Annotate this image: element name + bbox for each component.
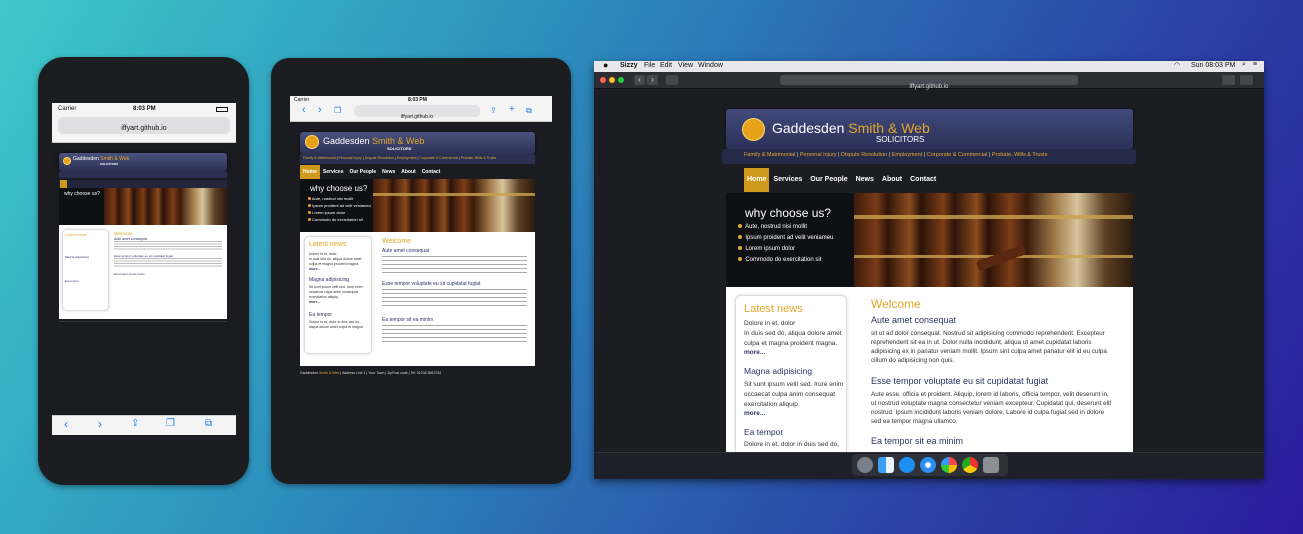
tablet-nav-services[interactable]: Services xyxy=(320,165,347,179)
link-family[interactable]: Family & Matrimonial xyxy=(744,152,795,158)
mac-menubar xyxy=(594,61,1264,72)
tablet-bookmarks-icon[interactable]: ❒ xyxy=(334,106,341,115)
menu-file[interactable]: File xyxy=(644,62,655,69)
tablet-nav-news[interactable]: News xyxy=(379,165,398,179)
link-injury[interactable]: Personal Injury xyxy=(800,152,837,158)
site-nav: Home Services Our People News About Cont… xyxy=(744,168,940,192)
brand-name: Gaddesden Smith & Web xyxy=(772,120,930,136)
menu-view[interactable]: View xyxy=(678,62,693,69)
zoom-button[interactable] xyxy=(618,77,624,83)
menu-edit[interactable]: Edit xyxy=(660,62,672,69)
wifi-icon[interactable]: ◠ xyxy=(1174,61,1180,69)
search-icon[interactable]: ⌕ xyxy=(1242,61,1246,69)
tablet-screen: Carrier 8:03 PM ‹ › ❒ iffyart.github.io … xyxy=(290,96,552,446)
back-button[interactable]: ‹ xyxy=(634,75,645,85)
nav-about[interactable]: About xyxy=(878,168,906,192)
apple-icon[interactable]: ● xyxy=(603,60,608,70)
tablet-nav-home[interactable]: Home xyxy=(300,165,320,179)
hero-title: why choose us? xyxy=(745,206,832,220)
desktop-window: ● Sizzy File Edit View Window ◠ Sun 08:0… xyxy=(594,60,1264,479)
tablet-device: Carrier 8:03 PM ‹ › ❒ iffyart.github.io … xyxy=(271,58,571,484)
phone-tabs-icon[interactable]: ⧉ xyxy=(205,418,212,429)
section-title-2: Esse tempor voluptate eu sit cupidatat f… xyxy=(871,376,1049,386)
menubar-clock[interactable]: Sun 08:03 PM xyxy=(1191,62,1235,69)
tablet-nav-people[interactable]: Our People xyxy=(346,165,379,179)
phone-time: 8:03 PM xyxy=(133,106,156,112)
news-more-2[interactable]: more... xyxy=(744,410,765,417)
phone-url-bar[interactable]: iffyart.github.io xyxy=(58,117,230,134)
link-employment[interactable]: Employment xyxy=(892,152,923,158)
phone-share-icon[interactable]: ⇪ xyxy=(131,418,139,429)
welcome-heading: Welcome xyxy=(871,297,921,311)
phone-device: Carrier 8:03 PM iffyart.github.io Gaddes… xyxy=(38,57,249,485)
phone-screen: Carrier 8:03 PM iffyart.github.io Gaddes… xyxy=(52,103,236,435)
system-preferences-icon[interactable] xyxy=(983,457,999,473)
menu-window[interactable]: Window xyxy=(698,62,723,69)
section-title-3: Ea tempor sit ea minim xyxy=(871,436,964,446)
finder-icon[interactable] xyxy=(878,457,894,473)
tablet-url: iffyart.github.io xyxy=(400,114,434,120)
nav-home[interactable]: Home xyxy=(744,168,770,192)
section-title-1: Aute amet consequat xyxy=(871,315,957,325)
tablet-nav: Home Services Our People News About Cont… xyxy=(300,165,443,179)
forward-button[interactable]: › xyxy=(647,75,658,85)
tablet-url-bar[interactable]: iffyart.github.io xyxy=(354,105,480,120)
hero-point-1: Aute, nostrud nisi mollit xyxy=(738,224,807,230)
nav-services[interactable]: Services xyxy=(769,168,806,192)
phone-back-icon[interactable]: ‹ xyxy=(64,417,68,431)
launchpad-icon[interactable] xyxy=(857,457,873,473)
phone-battery-icon xyxy=(216,107,228,112)
sidebar-toggle-icon[interactable] xyxy=(666,75,678,85)
news-item-title-3: Ea tempor xyxy=(744,427,784,437)
hero-point-3: Lorem ipsum dolor xyxy=(738,246,795,252)
link-dispute[interactable]: Dispute Resolution xyxy=(841,152,887,158)
menu-app[interactable]: Sizzy xyxy=(620,62,638,69)
phone-url: iffyart.github.io xyxy=(121,125,167,132)
phone-forward-icon[interactable]: › xyxy=(98,417,102,431)
desktop-url: iffyart.github.io xyxy=(909,84,949,90)
link-corporate[interactable]: Corporate & Commercial xyxy=(927,152,988,158)
phone-carrier: Carrier xyxy=(58,106,77,112)
nav-contact[interactable]: Contact xyxy=(906,168,940,192)
menu-list-icon[interactable]: ≡ xyxy=(1253,61,1257,68)
desktop-url-bar[interactable]: iffyart.github.io xyxy=(780,75,1078,90)
tablet-back-icon[interactable]: ‹ xyxy=(302,104,306,116)
close-button[interactable] xyxy=(600,77,606,83)
tablet-site: Gaddesden Smith & Web SOLICITORS Family … xyxy=(290,122,552,446)
share-button[interactable] xyxy=(1222,75,1235,85)
photos-icon[interactable] xyxy=(941,457,957,473)
nav-news[interactable]: News xyxy=(852,168,878,192)
tablet-nav-contact[interactable]: Contact xyxy=(419,165,444,179)
minimize-button[interactable] xyxy=(609,77,615,83)
tablet-forward-icon[interactable]: › xyxy=(318,104,322,116)
phone-site: Gaddesden Smith & Web SOLICITORS why cho… xyxy=(52,143,236,415)
hero-point-4: Commodo do exercitation sit xyxy=(738,257,821,263)
nav-our-people[interactable]: Our People xyxy=(806,168,851,192)
news-title: Latest news xyxy=(744,303,803,315)
tablet-nav-about[interactable]: About xyxy=(398,165,418,179)
brand-sub: SOLICITORS xyxy=(876,135,925,144)
news-more-1[interactable]: more... xyxy=(744,349,765,356)
chrome-icon[interactable] xyxy=(962,457,978,473)
tablet-time: 8:03 PM xyxy=(408,97,427,103)
tablet-carrier: Carrier xyxy=(294,97,310,103)
app-store-icon[interactable] xyxy=(899,457,915,473)
scales-logo-icon xyxy=(742,118,765,141)
tablet-share-icon[interactable]: ⇪ xyxy=(490,106,497,115)
hero-point-2: Ipsum proident ad velit veniameu xyxy=(738,235,833,241)
news-item-title-2: Magna adipisicing xyxy=(744,366,813,376)
practice-links: Family & Matrimonial | Personal Injury |… xyxy=(744,152,1048,158)
safari-icon[interactable] xyxy=(920,457,936,473)
tablet-newtab-icon[interactable]: + xyxy=(509,104,515,115)
link-probate[interactable]: Probate, Wills & Trusts xyxy=(992,152,1048,158)
tablet-tabs-icon[interactable]: ⧉ xyxy=(526,106,532,116)
phone-bookmarks-icon[interactable]: ❒ xyxy=(166,418,175,429)
tabs-button[interactable] xyxy=(1240,75,1253,85)
